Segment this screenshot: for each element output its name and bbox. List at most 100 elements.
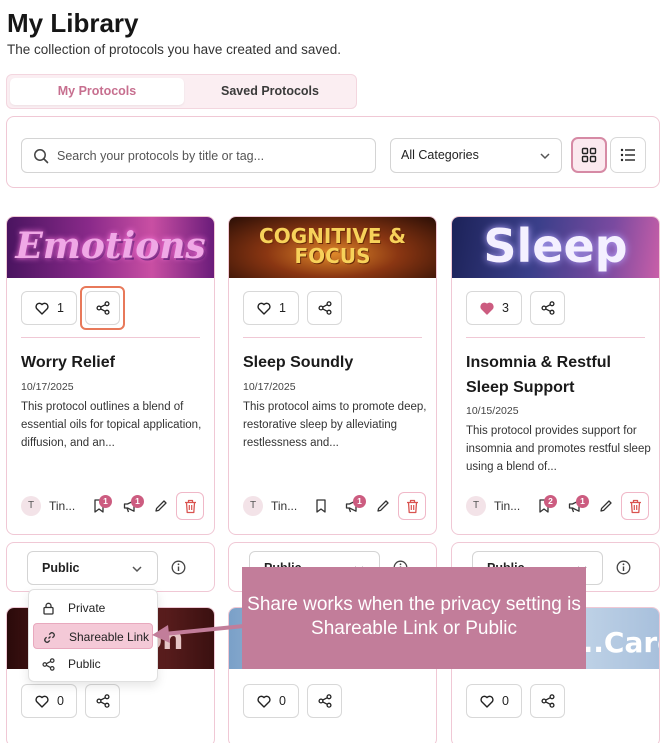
like-count: 1 (279, 301, 286, 315)
category-select[interactable]: All Categories (390, 138, 562, 173)
pencil-icon (600, 500, 612, 512)
share-icon (42, 658, 55, 671)
divider (21, 337, 200, 338)
announce-button[interactable]: 1 (345, 495, 366, 518)
card-footer: T Tin... 1 1 (21, 491, 204, 521)
heart-icon (35, 302, 49, 315)
avatar: T (21, 496, 41, 516)
heart-icon (480, 695, 494, 708)
privacy-option-label: Shareable Link (69, 630, 150, 644)
protocol-card[interactable]: COGNITIVE & FOCUS 1 Sleep Soundly 10/17/… (228, 216, 437, 535)
comment-count-badge: 1 (576, 495, 589, 508)
trash-icon (185, 499, 196, 514)
privacy-option-private[interactable]: Private (33, 595, 153, 621)
heart-icon (257, 302, 271, 315)
like-count: 0 (279, 694, 286, 708)
privacy-dropdown-menu: Private Shareable Link Public (28, 589, 158, 682)
trash-icon (630, 499, 641, 514)
like-count: 0 (502, 694, 509, 708)
like-button[interactable]: 0 (21, 684, 77, 718)
privacy-option-public[interactable]: Public (33, 651, 153, 677)
bookmark-button[interactable]: 2 (538, 495, 557, 518)
privacy-option-shareable-link[interactable]: Shareable Link (33, 623, 153, 649)
chevron-down-icon (132, 566, 142, 573)
card-date: 10/17/2025 (243, 381, 296, 393)
like-button[interactable]: 0 (243, 684, 299, 718)
card-description: This protocol aims to promote deep, rest… (243, 401, 427, 449)
card-footer: T Tin... 2 1 (466, 491, 649, 521)
share-button[interactable] (307, 684, 342, 718)
annotation-arrow (152, 624, 245, 643)
banner-text: Emotions (15, 225, 206, 267)
announce-button[interactable]: 1 (568, 495, 589, 518)
privacy-option-label: Private (68, 601, 106, 615)
share-icon (318, 694, 332, 708)
info-icon[interactable] (171, 560, 186, 575)
like-button[interactable]: 3 (466, 291, 522, 325)
like-button[interactable]: 1 (243, 291, 299, 325)
delete-button[interactable] (398, 492, 426, 520)
delete-button[interactable] (176, 492, 204, 520)
banner-text: COGNITIVE & FOCUS (259, 224, 406, 268)
protocol-card[interactable]: Sleep 3 Insomnia & Restful Sleep Support… (451, 216, 660, 535)
pencil-icon (155, 500, 167, 512)
card-banner: Sleep (452, 217, 659, 278)
bookmark-button[interactable]: 1 (93, 495, 112, 518)
share-button[interactable] (530, 684, 565, 718)
announce-button[interactable]: 1 (123, 495, 144, 518)
heart-icon (257, 695, 271, 708)
info-icon[interactable] (616, 560, 631, 575)
share-icon (318, 301, 332, 315)
avatar: T (243, 496, 263, 516)
protocol-card[interactable]: Emotions 1 Worry Relief 10/17/2025 This … (6, 216, 215, 535)
edit-button[interactable] (154, 499, 168, 518)
grid-view-button[interactable] (571, 137, 607, 173)
annotation-callout: Share works when the privacy setting is … (242, 567, 586, 669)
share-button[interactable] (307, 291, 342, 325)
privacy-select[interactable]: Public (27, 551, 158, 585)
bookmark-button[interactable] (315, 499, 327, 518)
author-name: Tin... (494, 499, 521, 513)
share-icon (96, 301, 110, 315)
like-count: 0 (57, 694, 64, 708)
card-banner: COGNITIVE & FOCUS (229, 217, 436, 278)
tab-saved-protocols[interactable]: Saved Protocols (185, 78, 355, 105)
privacy-select-value: Public (42, 561, 80, 575)
delete-button[interactable] (621, 492, 649, 520)
comment-count-badge: 1 (353, 495, 366, 508)
author-name: Tin... (271, 499, 298, 513)
edit-button[interactable] (376, 499, 390, 518)
library-tabs: My Protocols Saved Protocols (6, 74, 357, 109)
like-button[interactable]: 1 (21, 291, 77, 325)
share-button[interactable] (85, 291, 120, 325)
share-button[interactable] (85, 684, 120, 718)
search-input[interactable] (57, 146, 357, 166)
divider (243, 337, 422, 338)
card-title[interactable]: Sleep Soundly (243, 350, 428, 375)
lock-icon (43, 602, 54, 615)
card-title[interactable]: Insomnia & Restful Sleep Support (466, 350, 651, 400)
trash-icon (407, 499, 418, 514)
card-description: This protocol provides support for insom… (466, 425, 651, 473)
banner-text: Sleep (483, 219, 628, 273)
bookmark-icon (316, 499, 326, 513)
heart-icon (35, 695, 49, 708)
share-button[interactable] (530, 291, 565, 325)
list-view-button[interactable] (610, 137, 646, 173)
like-button[interactable]: 0 (466, 684, 522, 718)
pencil-icon (377, 500, 389, 512)
privacy-panel: Public (6, 542, 215, 592)
tab-my-protocols[interactable]: My Protocols (10, 78, 184, 105)
divider (466, 337, 645, 338)
grid-icon (581, 147, 597, 163)
search-box[interactable] (21, 138, 376, 173)
author-name: Tin... (49, 499, 76, 513)
card-banner: Emotions (7, 217, 214, 278)
filter-toolbar: All Categories (6, 116, 660, 188)
share-icon (541, 301, 555, 315)
chevron-down-icon (540, 153, 550, 160)
edit-button[interactable] (599, 499, 613, 518)
privacy-option-label: Public (68, 657, 101, 671)
card-title[interactable]: Worry Relief (21, 350, 206, 375)
avatar: T (466, 496, 486, 516)
